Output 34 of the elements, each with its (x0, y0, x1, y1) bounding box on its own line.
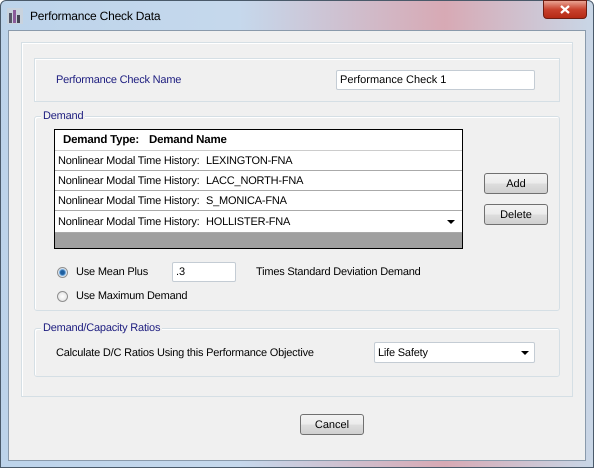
field-label: Performance Check Name (56, 74, 182, 86)
column-header: Demand Type: (63, 134, 139, 146)
radio-button[interactable] (57, 266, 68, 278)
table-cell-text: Nonlinear Modal Time History: (58, 154, 201, 166)
window-title: Performance Check Data (30, 8, 162, 22)
table-cell: LACC_NORTH-FNA (206, 174, 304, 186)
dropdown-row[interactable]: Nonlinear Modal Time History: HOLLISTER-FNA (55, 211, 462, 233)
dropdown[interactable]: Life Safety (374, 342, 535, 363)
close-button[interactable] (543, 0, 587, 19)
table-cell: HOLLISTER-FNA (206, 216, 290, 228)
cancel-button[interactable]: Cancel (300, 414, 364, 435)
action-button[interactable]: Add (484, 173, 548, 194)
column-header: Demand Name (148, 134, 227, 146)
input-field[interactable]: Performance Check 1 (336, 70, 535, 90)
table-row[interactable]: Nonlinear Modal Time History: LACC_NORTH-FNA (55, 171, 462, 191)
radio-label: Use Mean Plus (76, 266, 149, 278)
field-label: Times Standard Deviation Demand (256, 266, 421, 278)
table-cell: S_MONICA-FNA (206, 194, 287, 206)
table-cell-text: Nonlinear Modal Time History: (58, 216, 201, 228)
radio-label: Use Maximum Demand (76, 290, 188, 302)
table-row[interactable]: Nonlinear Modal Time History: LEXINGTON-FNA (55, 151, 462, 171)
table-cell: LEXINGTON-FNA (206, 154, 292, 166)
table-row[interactable]: Nonlinear Modal Time History: S_MONICA-FNA (55, 191, 462, 211)
close-icon (560, 5, 570, 14)
table-cell-text: Nonlinear Modal Time History: (58, 174, 201, 186)
action-button[interactable]: Delete (484, 204, 548, 225)
dropdown-arrow-icon[interactable] (447, 220, 455, 224)
app-icon (7, 8, 23, 24)
input-field[interactable]: .3 (172, 262, 236, 282)
field-label: Calculate D/C Ratios Using this Performance Objective (56, 346, 315, 358)
table-cell-text: Nonlinear Modal Time History: (58, 194, 201, 206)
radio-button[interactable] (57, 290, 68, 302)
group-title: Demand/Capacity Ratios (41, 320, 162, 336)
dropdown-arrow-icon (521, 350, 529, 354)
